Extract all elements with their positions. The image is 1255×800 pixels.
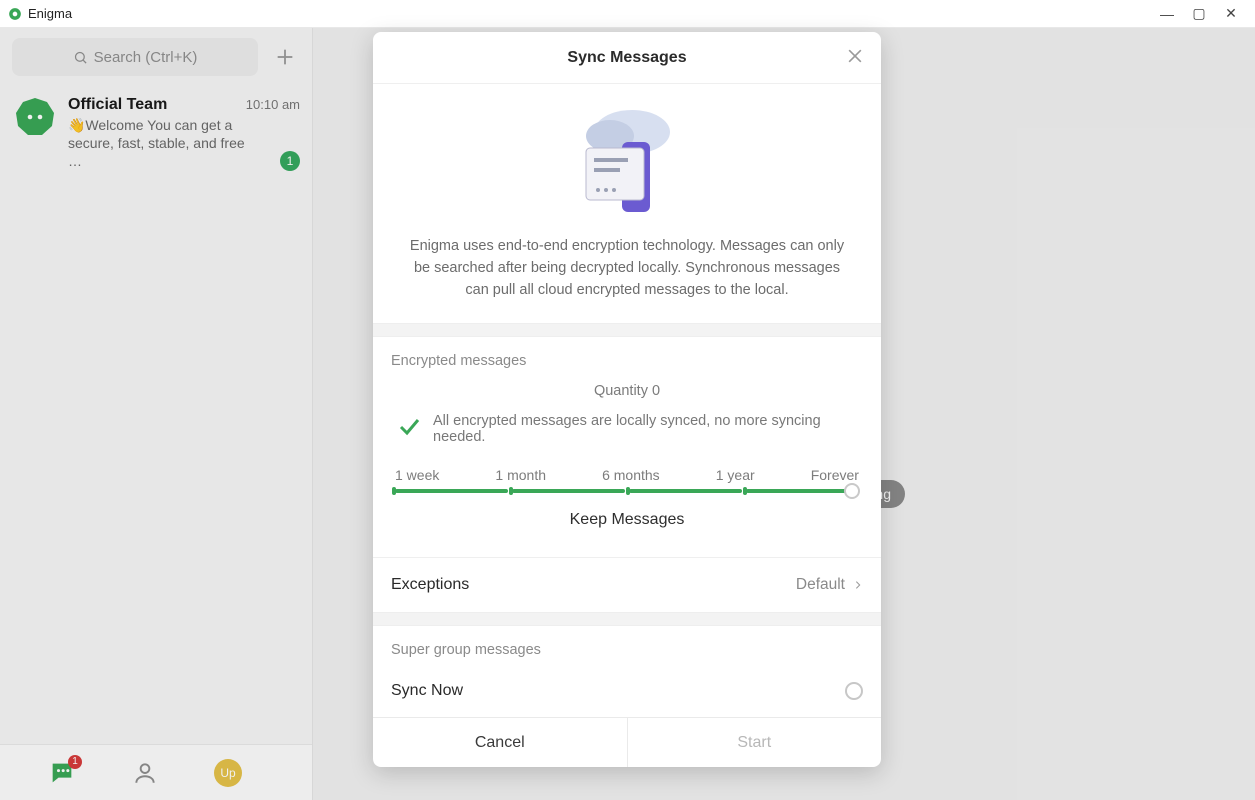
checkmark-icon — [397, 414, 421, 444]
app-icon — [8, 7, 22, 21]
window-maximize-button[interactable]: ▢ — [1183, 5, 1215, 22]
chevron-right-icon — [853, 578, 863, 592]
keep-messages-slider[interactable]: 1 week 1 month 6 months 1 year Forever K… — [391, 445, 863, 539]
encrypted-section-label: Encrypted messages — [391, 353, 863, 369]
sync-messages-modal: Sync Messages Enigma — [373, 32, 881, 767]
start-button[interactable]: Start — [628, 718, 882, 767]
slider-label-1week: 1 week — [395, 467, 439, 483]
sync-now-label: Sync Now — [391, 682, 463, 700]
modal-description: Enigma uses end-to-end encryption techno… — [409, 236, 845, 301]
modal-footer: Cancel Start — [373, 717, 881, 767]
keep-messages-label: Keep Messages — [395, 511, 859, 529]
sync-now-row[interactable]: Sync Now — [373, 678, 881, 717]
window-minimize-button[interactable]: — — [1151, 6, 1183, 22]
slider-thumb[interactable] — [844, 483, 860, 499]
encrypted-quantity: Quantity 0 — [391, 383, 863, 399]
sync-hero-illustration — [562, 102, 692, 222]
modal-title: Sync Messages — [567, 49, 686, 67]
exceptions-label: Exceptions — [391, 576, 469, 594]
titlebar: Enigma — ▢ ✕ — [0, 0, 1255, 28]
window-close-button[interactable]: ✕ — [1215, 5, 1247, 22]
cancel-button[interactable]: Cancel — [373, 718, 627, 767]
modal-close-button[interactable] — [845, 46, 865, 71]
app-title: Enigma — [28, 6, 72, 21]
encrypted-synced-status: All encrypted messages are locally synce… — [433, 413, 857, 445]
sync-now-radio[interactable] — [845, 682, 863, 700]
exceptions-row[interactable]: Exceptions Default — [373, 557, 881, 612]
exceptions-value: Default — [796, 576, 845, 594]
slider-label-1month: 1 month — [495, 467, 546, 483]
modal-body[interactable]: Enigma uses end-to-end encryption techno… — [373, 84, 881, 717]
slider-label-1year: 1 year — [716, 467, 755, 483]
supergroup-section-label: Super group messages — [391, 642, 863, 658]
slider-label-forever: Forever — [811, 467, 859, 483]
modal-header: Sync Messages — [373, 32, 881, 84]
close-icon — [845, 46, 865, 66]
slider-label-6months: 6 months — [602, 467, 660, 483]
